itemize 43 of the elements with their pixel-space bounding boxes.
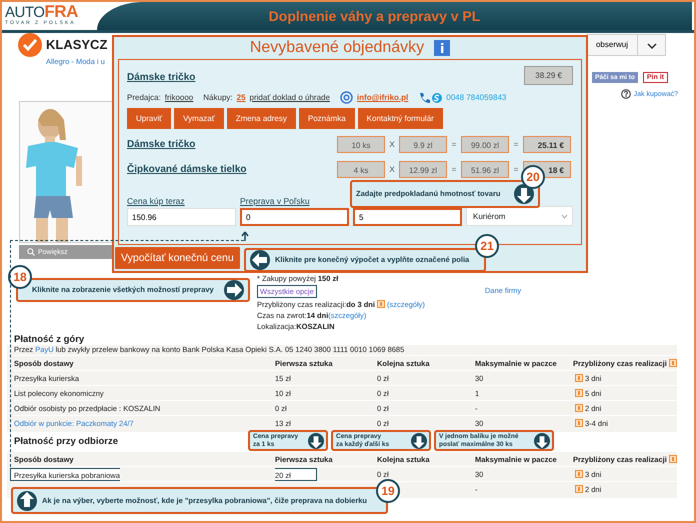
order-action-button[interactable]: Vymazať (174, 108, 224, 129)
shipping-cost-input[interactable]: 0 (240, 208, 349, 226)
purchases-count: 25 (236, 93, 246, 102)
purchases-label: Nákupy: (203, 93, 233, 102)
equals-sign: = (450, 140, 458, 149)
quantity-box: 4 ks (337, 161, 385, 178)
item-name-link[interactable]: Čipkované dámske tielko (127, 164, 337, 175)
field-label: Cena kúp teraz (127, 196, 186, 206)
equals-sign: = (450, 165, 458, 174)
total-box: 99.00 zl (461, 136, 509, 153)
field-label: Preprava v Poľsku (240, 196, 311, 206)
total-box: 51.96 zl (461, 161, 509, 178)
banner-title: Doplnenie váhy a prepravy v PL (268, 8, 482, 24)
order-title-link[interactable]: Dámske tričko (127, 72, 196, 82)
section-title: Płatność przy odbiorze (14, 436, 118, 447)
unit-price-box: 12.99 zl (399, 161, 447, 178)
section-title: Płatność z góry (14, 334, 84, 345)
unit-price-box: 9.9 zl (399, 136, 447, 153)
seller-link[interactable]: frikoooo (164, 93, 194, 102)
equals-sign: = (512, 140, 520, 149)
shipping-method-select[interactable]: Kuriérom (466, 206, 573, 226)
seller-label: Predajca: (127, 93, 161, 102)
order-action-button[interactable]: Poznámka (298, 108, 355, 129)
quantity-box: 10 ks (337, 136, 385, 153)
step-number: 18 (8, 265, 32, 289)
multiply-sign: X (388, 165, 396, 174)
calculate-button[interactable]: Vypočítať konečnú cenu (115, 247, 240, 269)
order-action-button[interactable]: Upraviť (127, 108, 172, 129)
listing-title: KLASYCZ (46, 37, 108, 52)
phone-number: 0048 784059843 (446, 93, 506, 102)
watch-button[interactable]: obserwuj (586, 34, 638, 56)
euro-total-box: 25.11 € (523, 136, 571, 153)
weight-input[interactable]: 5 (353, 208, 462, 226)
dialog-title: Nevybavené objednávky (250, 39, 424, 57)
email-link[interactable]: info@ifriko.pl (356, 93, 408, 102)
order-action-button[interactable]: Zmena adresy (226, 108, 296, 129)
price-input[interactable]: 150.96 (127, 208, 236, 226)
add-proof-link[interactable]: pridať doklad o úhrade (250, 93, 330, 102)
equals-sign: = (512, 165, 520, 174)
order-action-button[interactable]: Kontaktný formulár (358, 108, 443, 129)
multiply-sign: X (388, 140, 396, 149)
item-name-link[interactable]: Dámske tričko (127, 139, 337, 150)
order-price: 38.29 € (524, 66, 573, 85)
